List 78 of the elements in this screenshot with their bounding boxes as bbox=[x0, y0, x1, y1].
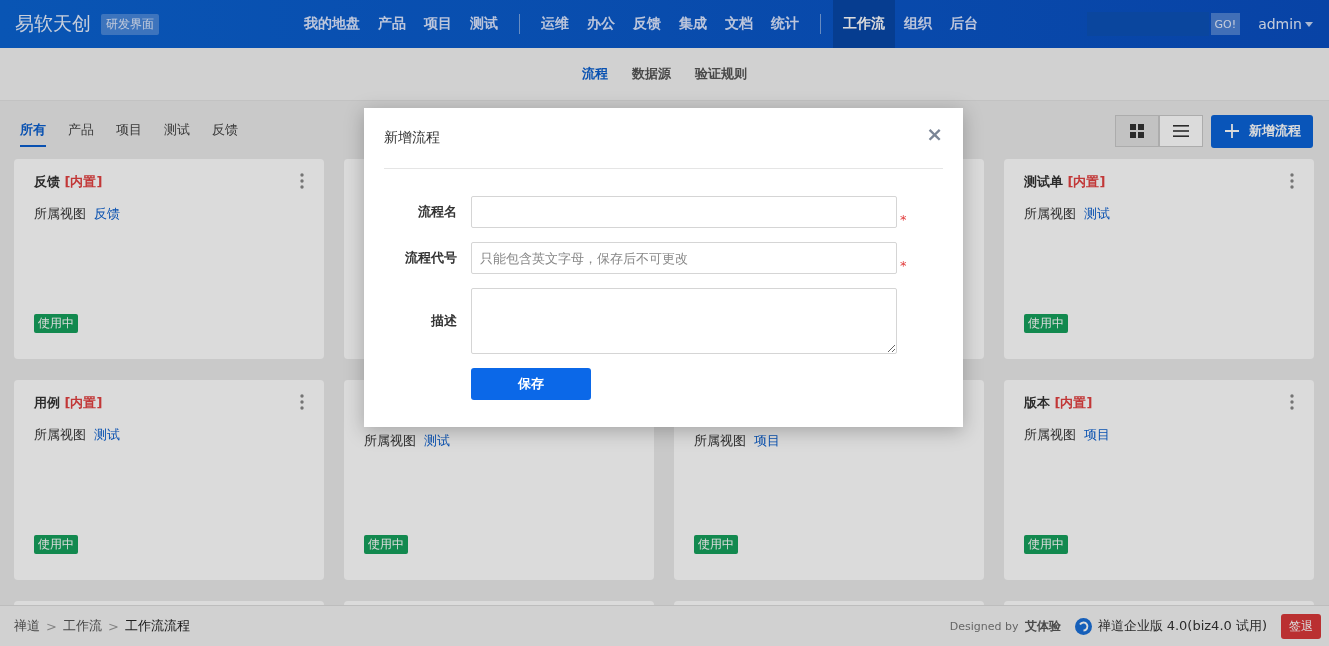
filter-tab[interactable]: 产品 bbox=[68, 115, 94, 147]
filter-tab[interactable]: 反馈 bbox=[212, 115, 238, 147]
nav-item[interactable]: 产品 bbox=[369, 0, 415, 48]
more-icon[interactable] bbox=[1290, 173, 1294, 189]
nav-item[interactable]: 统计 bbox=[762, 0, 808, 48]
input-field[interactable]: 只能包含英文字母，保存后不可更改 bbox=[471, 242, 897, 274]
required-mark: * bbox=[900, 211, 907, 227]
nav-item[interactable]: 办公 bbox=[578, 0, 624, 48]
grid-icon bbox=[1130, 124, 1144, 138]
nav-item[interactable]: 反馈 bbox=[624, 0, 670, 48]
dialog-title: 新增流程 bbox=[384, 129, 441, 147]
status-badge: 使用中 bbox=[1024, 535, 1068, 554]
list-icon bbox=[1173, 124, 1189, 138]
view-label: 所属视图 bbox=[1024, 205, 1076, 223]
view-label: 所属视图 bbox=[34, 426, 86, 444]
breadcrumb-separator: > bbox=[46, 618, 57, 634]
filter-tab[interactable]: 项目 bbox=[116, 115, 142, 147]
breadcrumb[interactable]: 工作流 bbox=[62, 617, 102, 635]
sub-nav-tab[interactable]: 数据源 bbox=[632, 65, 671, 83]
sub-nav-tab[interactable]: 验证规则 bbox=[695, 65, 747, 83]
grid-view-button[interactable] bbox=[1115, 115, 1159, 147]
save-button[interactable]: 保存 bbox=[471, 368, 591, 400]
list-view-button[interactable] bbox=[1159, 115, 1203, 147]
nav-item[interactable]: 组织 bbox=[895, 0, 941, 48]
nav-item[interactable]: 后台 bbox=[941, 0, 987, 48]
nav-item[interactable]: 运维 bbox=[532, 0, 578, 48]
more-icon[interactable] bbox=[300, 173, 304, 189]
view-label: 所属视图 bbox=[694, 432, 746, 450]
view-link[interactable]: 反馈 bbox=[94, 205, 120, 223]
card-title[interactable]: 版本 [内置] bbox=[1024, 394, 1093, 412]
status-badge: 使用中 bbox=[34, 314, 78, 333]
card-title[interactable]: 测试单 [内置] bbox=[1024, 173, 1106, 191]
breadcrumb-separator: > bbox=[107, 618, 119, 634]
filter-tab[interactable]: 测试 bbox=[164, 115, 190, 147]
view-link[interactable]: 项目 bbox=[754, 432, 780, 450]
designed-by: Designed by bbox=[949, 619, 1019, 633]
view-label: 所属视图 bbox=[1024, 426, 1076, 444]
logout-button[interactable]: 签退 bbox=[1281, 613, 1321, 639]
caret-icon bbox=[1305, 21, 1313, 27]
card-title[interactable]: 用例 [内置] bbox=[34, 394, 103, 412]
status-badge: 使用中 bbox=[34, 535, 78, 554]
designer-link[interactable]: 艾体验 bbox=[1024, 617, 1061, 635]
user-menu[interactable]: admin bbox=[1258, 16, 1302, 32]
go-button[interactable]: GO! bbox=[1210, 13, 1241, 35]
close-button[interactable]: × bbox=[926, 124, 943, 144]
sub-nav-tab[interactable]: 流程 bbox=[582, 65, 608, 83]
status-badge: 使用中 bbox=[1024, 314, 1068, 333]
view-link[interactable]: 测试 bbox=[1084, 205, 1110, 223]
required-mark: * bbox=[900, 257, 907, 273]
input-field[interactable] bbox=[471, 196, 897, 228]
breadcrumb[interactable]: 工作流流程 bbox=[124, 617, 190, 635]
field-label: 流程名 bbox=[417, 203, 457, 221]
plus-icon bbox=[1225, 124, 1239, 138]
add-workflow-button[interactable]: 新增流程 bbox=[1211, 114, 1313, 148]
status-badge: 使用中 bbox=[694, 535, 738, 554]
nav-item[interactable]: 我的地盘 bbox=[295, 0, 369, 48]
card-title[interactable]: 反馈 [内置] bbox=[34, 173, 103, 191]
logo-icon bbox=[1074, 617, 1092, 635]
more-icon[interactable] bbox=[1290, 394, 1294, 410]
nav-item[interactable]: 测试 bbox=[461, 0, 507, 48]
description-field[interactable] bbox=[471, 288, 897, 354]
nav-item[interactable]: 工作流 bbox=[833, 0, 895, 48]
view-link[interactable]: 项目 bbox=[1084, 426, 1110, 444]
view-label: 所属视图 bbox=[364, 432, 416, 450]
more-icon[interactable] bbox=[300, 394, 304, 410]
nav-item[interactable]: 文档 bbox=[716, 0, 762, 48]
nav-item[interactable]: 项目 bbox=[415, 0, 461, 48]
status-badge: 使用中 bbox=[364, 535, 408, 554]
brand-name[interactable]: 易软天创 bbox=[15, 11, 91, 37]
filter-tab[interactable]: 所有 bbox=[20, 115, 46, 147]
breadcrumb[interactable]: 禅道 bbox=[14, 617, 40, 635]
view-link[interactable]: 测试 bbox=[424, 432, 450, 450]
field-label: 描述 bbox=[430, 312, 457, 330]
version-label[interactable]: 禅道企业版 4.0(biz4.0 试用) bbox=[1097, 617, 1267, 635]
field-label: 流程代号 bbox=[404, 249, 457, 267]
view-link[interactable]: 测试 bbox=[94, 426, 120, 444]
nav-item[interactable]: 集成 bbox=[670, 0, 716, 48]
view-label: 所属视图 bbox=[34, 205, 86, 223]
